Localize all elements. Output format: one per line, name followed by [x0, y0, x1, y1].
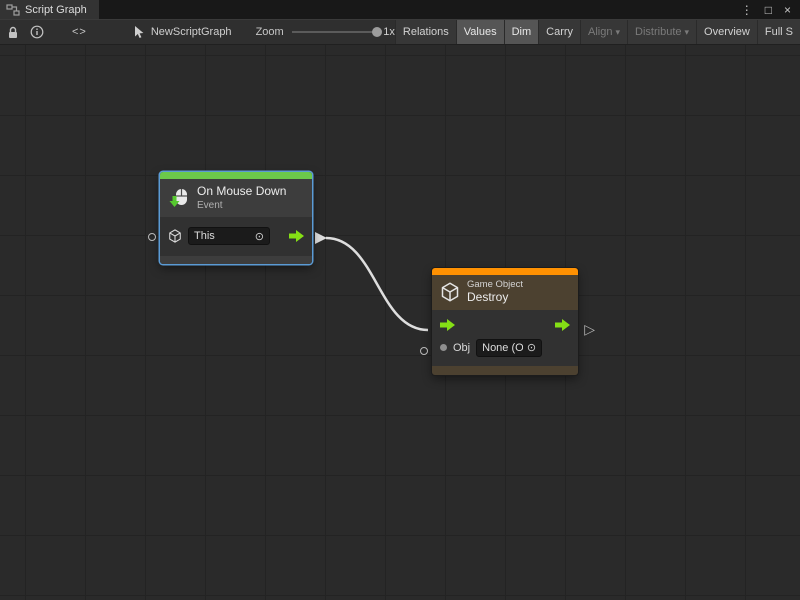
toolbar-button-distribute[interactable]: Distribute ▾ — [627, 20, 696, 44]
dropdown-caret-icon: ▾ — [685, 27, 690, 38]
node-accent-bar — [160, 172, 312, 179]
node-title: On Mouse Down — [197, 185, 286, 199]
window-controls: ⋮ □ × — [741, 0, 800, 19]
obj-field[interactable]: None (O ⊙ — [476, 339, 542, 357]
node-on-mouse-down[interactable]: On Mouse Down Event This ⊙ — [160, 172, 312, 264]
target-input-row: This ⊙ — [160, 223, 312, 249]
zoom-label: Zoom — [256, 26, 284, 38]
target-input-port[interactable] — [148, 233, 156, 241]
node-footer — [432, 366, 578, 375]
control-output-port[interactable] — [289, 230, 304, 242]
toolbar-button-dim[interactable]: Dim — [504, 20, 539, 44]
toolbar-button-fullscreen[interactable]: Full S — [757, 20, 800, 44]
graph-name-label: NewScriptGraph — [151, 26, 232, 38]
control-input-port[interactable] — [440, 319, 455, 331]
pointer-icon — [133, 25, 146, 39]
toolbar-button-label: Align — [588, 26, 612, 38]
target-field-value: This — [194, 230, 215, 242]
unconnected-output-triangle[interactable]: ▷ — [584, 322, 595, 336]
connection-wire — [0, 45, 800, 600]
node-subtitle: Event — [197, 200, 286, 212]
node-accent-bar — [432, 268, 578, 275]
zoom-value: 1x — [383, 26, 395, 38]
object-picker-icon[interactable]: ⊙ — [255, 230, 264, 243]
toolbar-button-label: Distribute — [635, 26, 681, 38]
target-field[interactable]: This ⊙ — [188, 227, 270, 245]
control-output-port[interactable] — [555, 319, 570, 331]
toolbar-button-values[interactable]: Values — [456, 20, 504, 44]
lock-icon[interactable] — [7, 26, 19, 39]
node-title: Destroy — [467, 291, 523, 305]
zoom-slider-knob[interactable] — [372, 27, 382, 37]
game-object-cube-icon — [168, 229, 182, 243]
toolbar-button-overview[interactable]: Overview — [696, 20, 757, 44]
toolbar-button-carry[interactable]: Carry — [538, 20, 580, 44]
value-port-dot[interactable] — [440, 344, 447, 351]
node-footer — [160, 256, 312, 264]
object-picker-icon[interactable]: ⊙ — [527, 341, 536, 354]
zoom-slider-track — [292, 31, 377, 33]
unity-graph-window: Script Graph ⋮ □ × <> — [0, 0, 800, 600]
obj-field-value: None (O — [482, 342, 523, 354]
tab-title: Script Graph — [25, 4, 87, 16]
mouse-down-icon — [168, 187, 190, 209]
info-icon[interactable] — [30, 25, 44, 39]
obj-input-port[interactable] — [420, 347, 428, 355]
graph-name-breadcrumb[interactable]: NewScriptGraph — [133, 25, 232, 39]
obj-label: Obj — [453, 342, 470, 354]
node-destroy[interactable]: Game Object Destroy Obj — [432, 268, 578, 375]
toolbar-button-relations[interactable]: Relations — [395, 20, 456, 44]
maximize-icon[interactable]: □ — [765, 4, 772, 16]
obj-input-row: Obj None (O ⊙ — [432, 336, 578, 360]
game-object-cube-icon — [440, 282, 460, 302]
toolbar-button-group: Relations Values Dim Carry Align ▾ Distr… — [395, 20, 800, 44]
node-header: Game Object Destroy — [432, 275, 578, 310]
tab-bar: Script Graph ⋮ □ × — [0, 0, 800, 19]
close-icon[interactable]: × — [784, 4, 791, 16]
tab-script-graph[interactable]: Script Graph — [0, 0, 99, 19]
window-menu-icon[interactable]: ⋮ — [741, 4, 753, 16]
node-header: On Mouse Down Event — [160, 179, 312, 217]
edit-script-icon[interactable]: <> — [72, 26, 87, 38]
graph-canvas[interactable]: On Mouse Down Event This ⊙ — [0, 45, 800, 600]
toolbar-button-align[interactable]: Align ▾ — [580, 20, 627, 44]
graph-toolbar: <> NewScriptGraph Zoom 1x Relations Valu… — [0, 19, 800, 45]
control-flow-row — [432, 314, 578, 336]
dropdown-caret-icon: ▾ — [616, 27, 621, 38]
zoom-slider[interactable] — [292, 26, 377, 38]
script-graph-icon — [6, 4, 20, 16]
